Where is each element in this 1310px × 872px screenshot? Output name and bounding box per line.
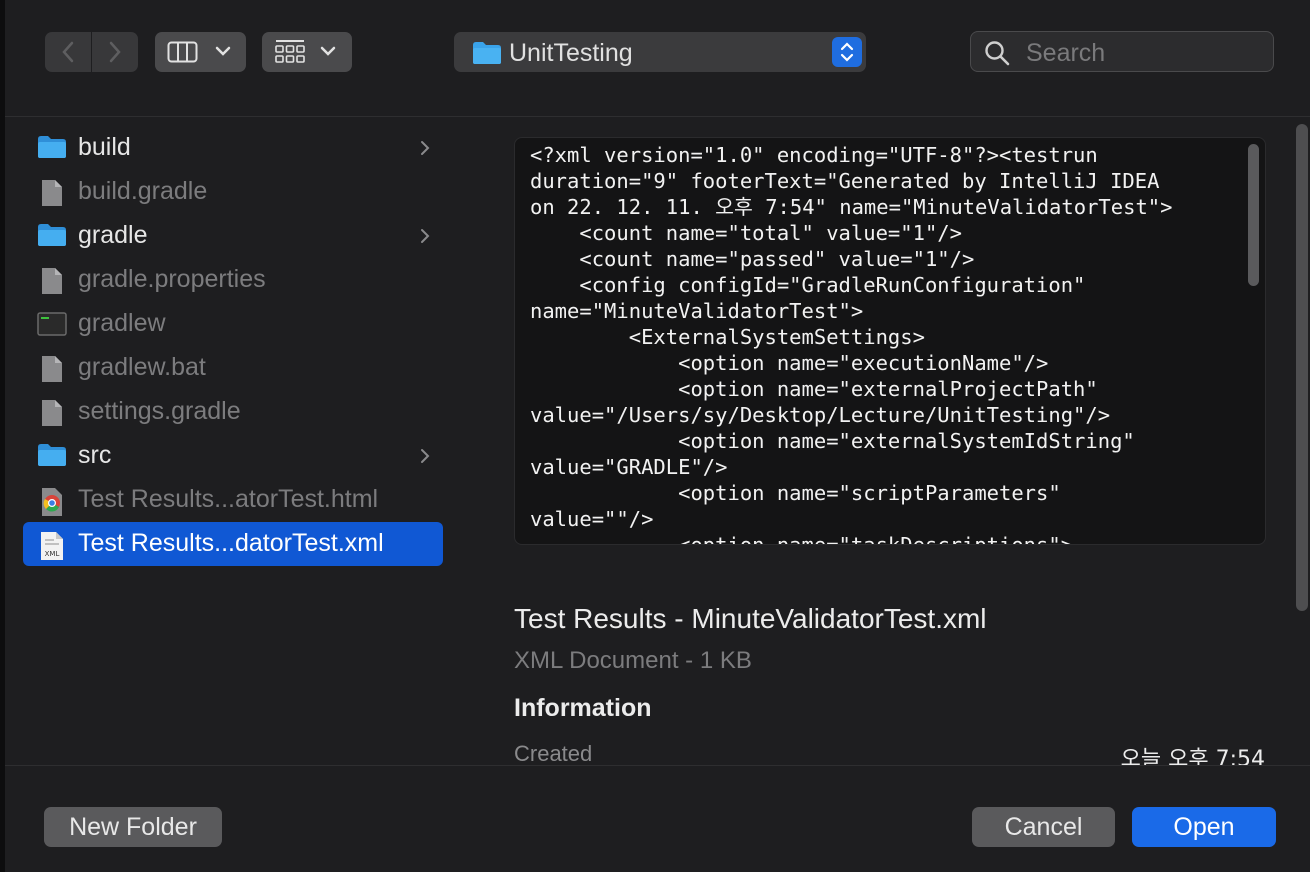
file-name: settings.gradle bbox=[78, 397, 241, 425]
file-row-build[interactable]: build bbox=[23, 126, 443, 170]
search-field[interactable]: Search bbox=[970, 31, 1274, 72]
cancel-button[interactable]: Cancel bbox=[972, 807, 1115, 847]
new-folder-button[interactable]: New Folder bbox=[44, 807, 222, 847]
folder-icon bbox=[37, 223, 67, 252]
file-row-test-results-atortest-html[interactable]: Test Results...atorTest.html bbox=[23, 478, 443, 522]
file-name: Test Results...datorTest.xml bbox=[78, 529, 384, 557]
bottom-bar: New Folder Cancel Open bbox=[5, 765, 1310, 872]
file-row-test-results-datortest-xml[interactable]: XML Test Results...datorTest.xml bbox=[23, 522, 443, 566]
group-view-button[interactable] bbox=[262, 32, 352, 72]
file-row-settings-gradle[interactable]: settings.gradle bbox=[23, 390, 443, 434]
file-row-src[interactable]: src bbox=[23, 434, 443, 478]
file-row-gradle-properties[interactable]: gradle.properties bbox=[23, 258, 443, 302]
open-button[interactable]: Open bbox=[1132, 807, 1276, 847]
toolbar: UnitTesting Search bbox=[5, 0, 1310, 105]
svg-text:XML: XML bbox=[45, 550, 60, 558]
file-name: build bbox=[78, 133, 131, 161]
window-edge bbox=[0, 0, 5, 872]
forward-button[interactable] bbox=[92, 32, 138, 72]
created-label: Created bbox=[514, 741, 593, 766]
grid-icon bbox=[275, 40, 305, 63]
file-name: Test Results...atorTest.html bbox=[78, 485, 379, 513]
document-icon bbox=[37, 267, 67, 300]
back-button[interactable] bbox=[45, 32, 91, 72]
document-icon bbox=[37, 355, 67, 388]
file-name: gradle.properties bbox=[78, 265, 266, 293]
preview-pane[interactable]: <?xml version="1.0" encoding="UTF-8"?><t… bbox=[514, 137, 1266, 545]
preview-scrollbar[interactable] bbox=[1296, 124, 1308, 611]
file-name: gradlew.bat bbox=[78, 353, 206, 381]
search-icon bbox=[985, 41, 1010, 66]
file-row-gradle[interactable]: gradle bbox=[23, 214, 443, 258]
chevron-down-icon bbox=[215, 46, 230, 56]
file-row-gradlew-bat[interactable]: gradlew.bat bbox=[23, 346, 443, 390]
location-stepper[interactable] bbox=[832, 37, 862, 67]
terminal-icon bbox=[37, 311, 67, 342]
chevron-left-icon bbox=[62, 41, 74, 63]
file-row-gradlew[interactable]: gradlew bbox=[23, 302, 443, 346]
folder-icon bbox=[37, 443, 67, 472]
chevron-right-icon bbox=[419, 138, 431, 163]
information-heading: Information bbox=[514, 694, 652, 722]
file-name: build.gradle bbox=[78, 177, 208, 205]
search-placeholder: Search bbox=[1026, 39, 1106, 67]
chrome-icon bbox=[37, 487, 67, 522]
document-icon bbox=[37, 179, 67, 212]
xml-file-icon: XML bbox=[37, 531, 67, 566]
file-name: gradlew bbox=[78, 309, 166, 337]
preview-file-kind: XML Document - 1 KB bbox=[514, 647, 752, 674]
location-label: UnitTesting bbox=[509, 39, 633, 67]
folder-icon bbox=[37, 135, 67, 164]
chevron-right-icon bbox=[419, 226, 431, 251]
preview-inner-scrollbar[interactable] bbox=[1248, 144, 1259, 286]
preview-content: <?xml version="1.0" encoding="UTF-8"?><t… bbox=[530, 143, 1173, 545]
column-view-button[interactable] bbox=[155, 32, 246, 72]
folder-icon bbox=[473, 42, 501, 64]
location-popup[interactable]: UnitTesting bbox=[454, 32, 866, 72]
up-down-chevron-icon bbox=[840, 42, 854, 62]
chevron-right-icon bbox=[419, 446, 431, 471]
chevron-right-icon bbox=[109, 41, 121, 63]
chevron-down-icon bbox=[320, 46, 336, 56]
preview-file-title: Test Results - MinuteValidatorTest.xml bbox=[514, 603, 987, 634]
file-row-build-gradle[interactable]: build.gradle bbox=[23, 170, 443, 214]
columns-icon bbox=[167, 41, 197, 63]
file-name: gradle bbox=[78, 221, 148, 249]
file-name: src bbox=[78, 441, 112, 469]
document-icon bbox=[37, 399, 67, 432]
toolbar-divider bbox=[5, 116, 1310, 117]
